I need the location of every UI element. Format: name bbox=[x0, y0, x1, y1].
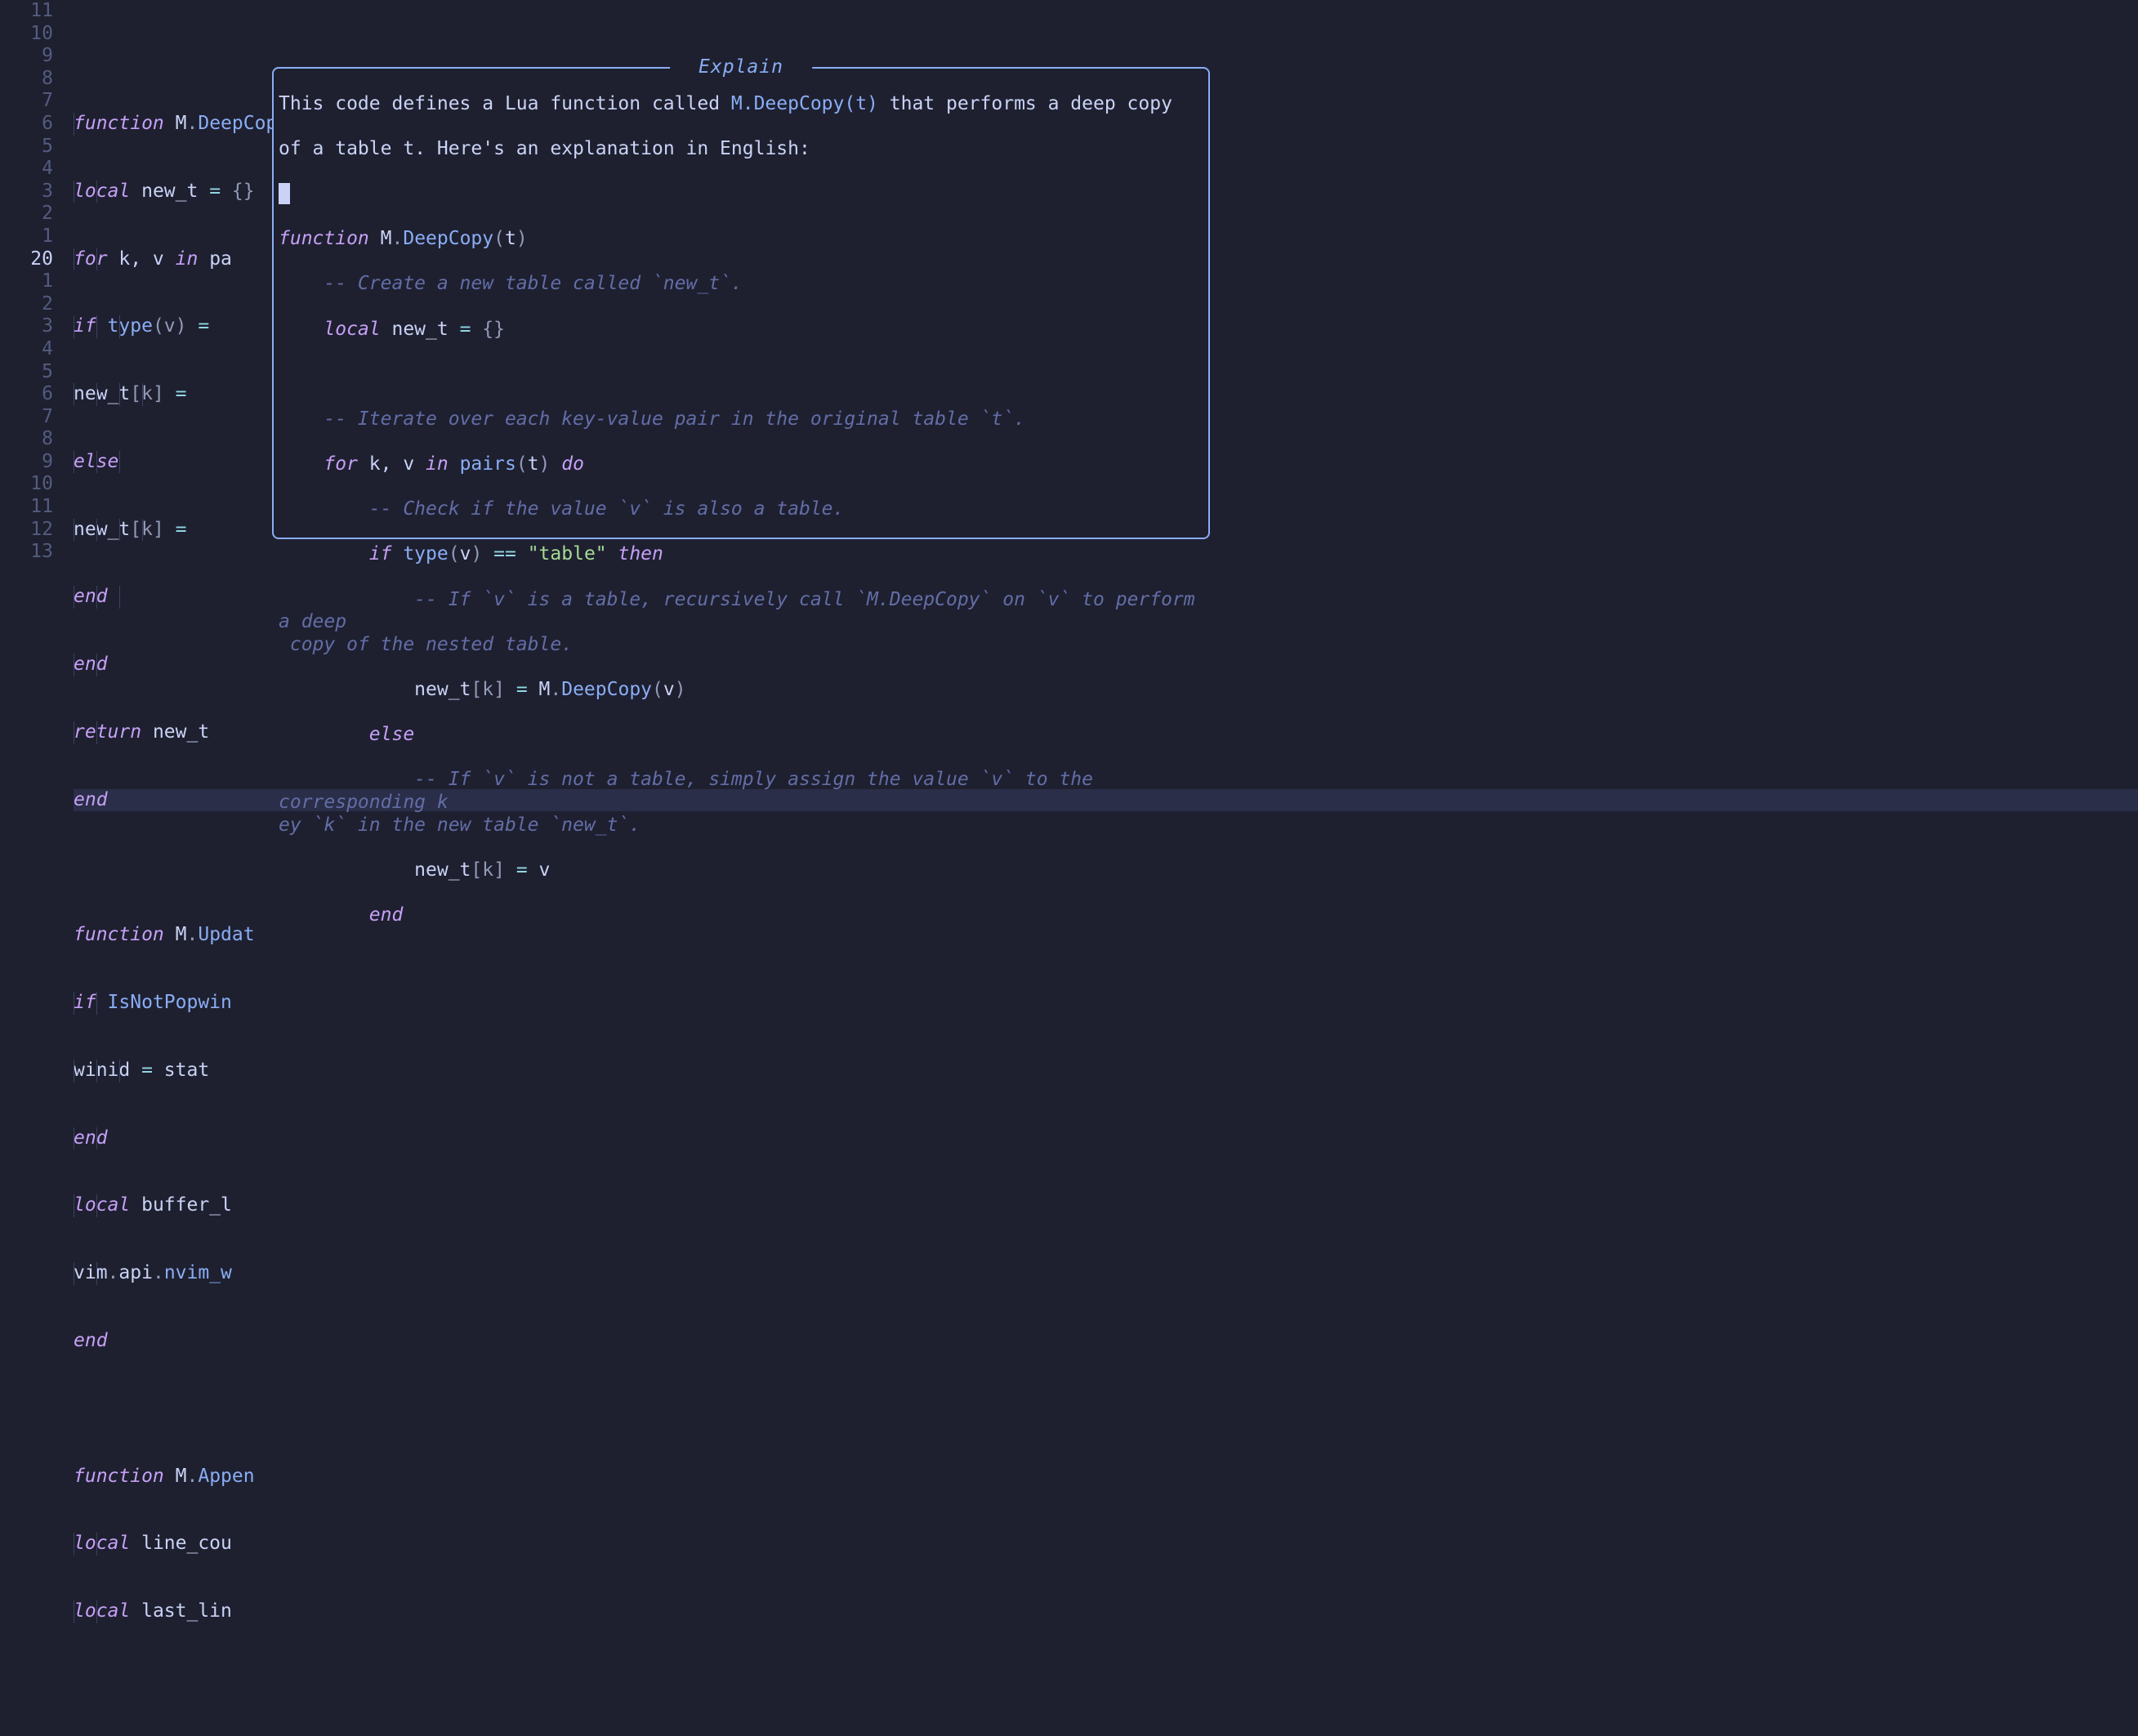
line-number: 6 bbox=[0, 113, 53, 136]
popup-line: end bbox=[279, 904, 1203, 927]
code-line bbox=[74, 1398, 2138, 1421]
popup-line: function M.DeepCopy(t) bbox=[279, 228, 1203, 251]
code-line: vim.api.nvim_w bbox=[74, 1262, 2138, 1285]
popup-line: local new_t = {} bbox=[279, 319, 1203, 341]
line-number: 9 bbox=[0, 451, 53, 474]
line-number: 5 bbox=[0, 361, 53, 384]
code-line: end bbox=[74, 1127, 2138, 1150]
line-number: 8 bbox=[0, 68, 53, 91]
popup-line: -- Create a new table called `new_t`. bbox=[279, 273, 1203, 296]
line-number: 3 bbox=[0, 181, 53, 203]
code-line: winid = stat bbox=[74, 1060, 2138, 1082]
code-line: local last_lin bbox=[74, 1600, 2138, 1623]
line-number: 4 bbox=[0, 338, 53, 361]
line-number: 5 bbox=[0, 136, 53, 158]
popup-line bbox=[279, 364, 1203, 386]
popup-line: for k, v in pairs(t) do bbox=[279, 453, 1203, 476]
line-number: 9 bbox=[0, 45, 53, 68]
line-number: 20 bbox=[0, 248, 53, 271]
line-number: 12 bbox=[0, 519, 53, 542]
popup-line: else bbox=[279, 724, 1203, 747]
line-number: 10 bbox=[0, 473, 53, 496]
line-number: 1 bbox=[0, 225, 53, 248]
popup-title: Explain bbox=[670, 56, 812, 79]
popup-line: if type(v) == "table" then bbox=[279, 543, 1203, 566]
popup-line: -- Check if the value `v` is also a tabl… bbox=[279, 498, 1203, 521]
popup-line: ey `k` in the new table `new_t`. bbox=[279, 814, 1203, 837]
line-number: 7 bbox=[0, 406, 53, 429]
line-number: 1 bbox=[0, 270, 53, 293]
popup-line: -- Iterate over each key-value pair in t… bbox=[279, 408, 1203, 431]
code-line: function M.Appen bbox=[74, 1466, 2138, 1488]
line-number: 6 bbox=[0, 383, 53, 406]
code-line: if IsNotPopwin bbox=[74, 992, 2138, 1015]
cursor-block bbox=[279, 183, 290, 204]
explain-popup[interactable]: Explain This code defines a Lua function… bbox=[272, 67, 1210, 539]
line-number: 8 bbox=[0, 428, 53, 451]
code-line: end bbox=[74, 1330, 2138, 1353]
popup-line: This code defines a Lua function called … bbox=[279, 93, 1203, 116]
line-number: 11 bbox=[0, 0, 53, 23]
line-number: 3 bbox=[0, 315, 53, 338]
popup-body[interactable]: This code defines a Lua function called … bbox=[279, 69, 1203, 974]
code-line bbox=[74, 1668, 2138, 1691]
code-line bbox=[74, 45, 2138, 68]
line-number: 11 bbox=[0, 496, 53, 519]
code-line: local line_cou bbox=[74, 1533, 2138, 1555]
popup-line: of a table t. Here's an explanation in E… bbox=[279, 138, 1203, 161]
line-number: 2 bbox=[0, 293, 53, 316]
line-number: 10 bbox=[0, 23, 53, 46]
popup-line: new_t[k] = v bbox=[279, 859, 1203, 882]
line-number-gutter: 11109876543212012345678910111213 bbox=[0, 0, 74, 926]
popup-cursor-line bbox=[279, 183, 1203, 206]
popup-line: new_t[k] = M.DeepCopy(v) bbox=[279, 679, 1203, 702]
code-line: local buffer_l bbox=[74, 1194, 2138, 1217]
line-number: 2 bbox=[0, 203, 53, 225]
popup-line: -- If `v` is not a table, simply assign … bbox=[279, 769, 1203, 792]
popup-line: copy of the nested table. bbox=[279, 634, 1203, 657]
line-number: 4 bbox=[0, 158, 53, 181]
line-number: 13 bbox=[0, 541, 53, 564]
line-number: 7 bbox=[0, 90, 53, 113]
popup-line: -- If `v` is a table, recursively call `… bbox=[279, 589, 1203, 612]
